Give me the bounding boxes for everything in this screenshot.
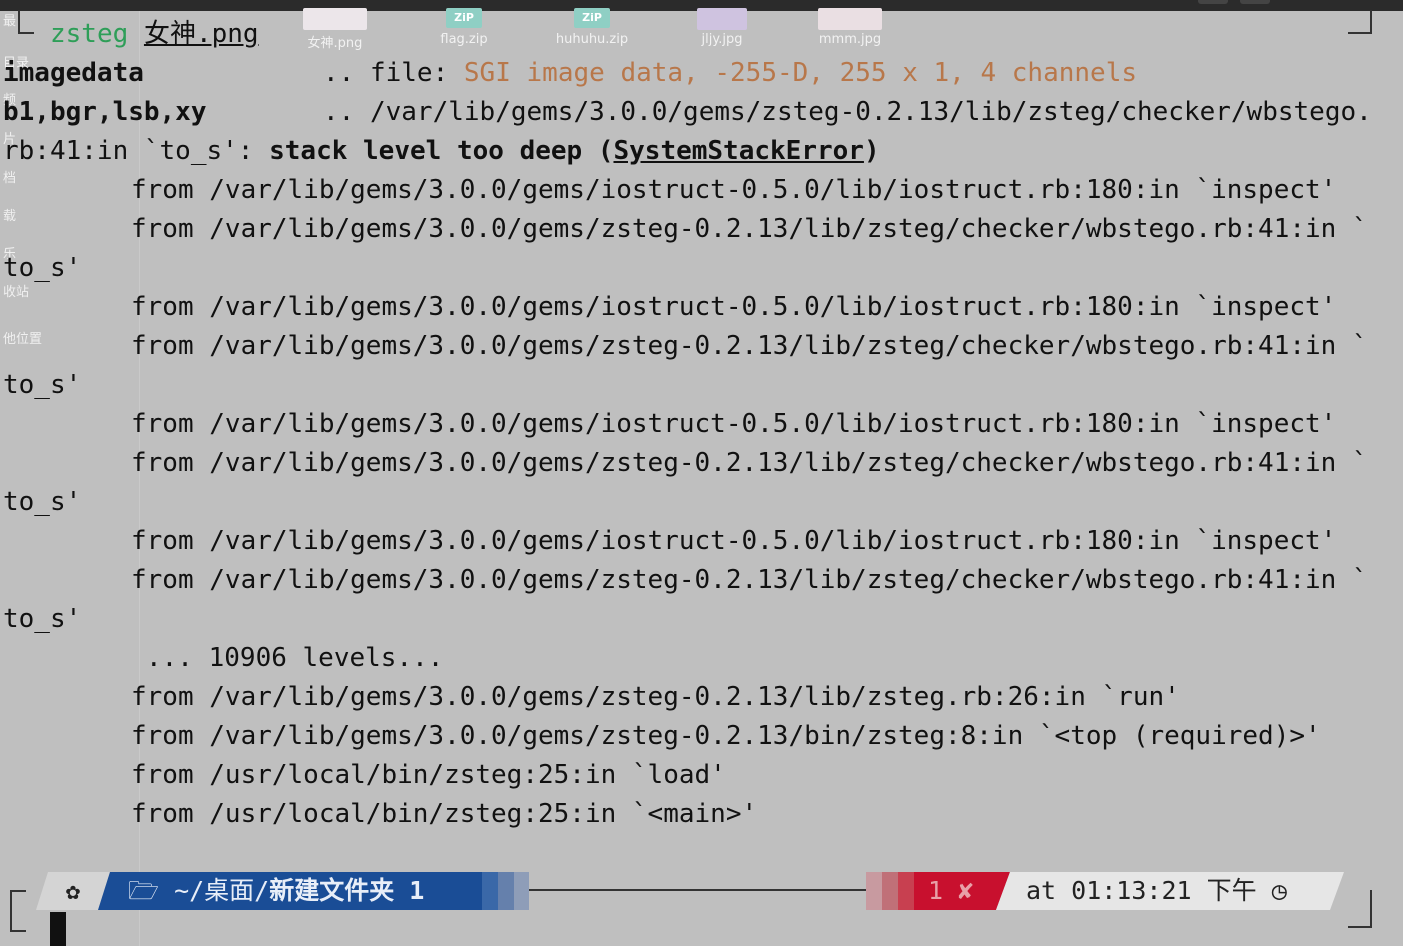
exit-code-segment: 1 ✘: [914, 872, 1010, 910]
file-label: 女神.png: [307, 36, 363, 51]
trace-line: from /var/lib/gems/3.0.0/gems/zsteg-0.2.…: [131, 331, 1368, 361]
error-fade: [882, 872, 898, 910]
file-label: mmm.jpg: [818, 32, 882, 47]
folder-icon: 🗁: [128, 876, 160, 905]
error-x-icon: ✘: [958, 876, 974, 905]
prompt-line: zsteg 女神.png: [50, 15, 259, 54]
desktop-file-huhuhu-zip[interactable]: ZiP huhuhu.zip: [547, 8, 637, 47]
corner-bracket: [18, 10, 34, 34]
time-text: at 01:13:21 下午: [1026, 876, 1257, 905]
path-segment: 🗁 ~/桌面/新建文件夹 1: [98, 872, 486, 910]
result-value: .. /var/lib/gems/3.0.0/gems/zsteg-0.2.13…: [323, 97, 1372, 127]
image-thumbnail: [303, 8, 367, 30]
desktop-file-nvshen[interactable]: 女神.png: [290, 8, 380, 51]
result-key: b1,bgr,lsb,xy: [3, 97, 207, 127]
trace-line: from /var/lib/gems/3.0.0/gems/zsteg-0.2.…: [131, 721, 1321, 751]
trace-line: from /usr/local/bin/zsteg:25:in `load': [131, 760, 726, 790]
file-label: huhuhu.zip: [555, 32, 629, 47]
trace-line: from /var/lib/gems/3.0.0/gems/iostruct-0…: [131, 175, 1337, 205]
error-fade: [866, 872, 882, 910]
corner-bracket: [1348, 10, 1372, 34]
terminal-cursor: [50, 912, 66, 946]
trace-line: from /var/lib/gems/3.0.0/gems/zsteg-0.2.…: [131, 565, 1368, 595]
desktop-file-mmm[interactable]: mmm.jpg: [805, 8, 895, 47]
topbar-button[interactable]: [1198, 0, 1228, 4]
sidebar-fragment: 最: [3, 14, 17, 29]
trace-line-wrap: to_s': [3, 370, 82, 400]
zip-file-icon: ZiP: [446, 8, 482, 28]
result-separator: .. file: SGI image data, -255-D, 255 x 1…: [323, 58, 1137, 88]
time-segment: at 01:13:21 下午 ◷: [996, 872, 1344, 910]
trace-line: from /var/lib/gems/3.0.0/gems/zsteg-0.2.…: [131, 214, 1368, 244]
prompt-status-line: ✿ 🗁 ~/桌面/新建文件夹 1 1 ✘ at 01:13:21 下午 ◷: [0, 870, 1403, 912]
trace-line: from /var/lib/gems/3.0.0/gems/zsteg-0.2.…: [131, 448, 1368, 478]
result-line-b1: b1,bgr,lsb,xy .. /var/lib/gems/3.0.0/gems…: [3, 93, 1372, 132]
trace-line-wrap: to_s': [3, 487, 82, 517]
file-type-value: SGI image data, -255-D, 255 x 1, 4 chann…: [463, 58, 1137, 88]
trace-line: from /var/lib/gems/3.0.0/gems/iostruct-0…: [131, 526, 1337, 556]
image-thumbnail: [818, 8, 882, 30]
command-argument: 女神.png: [143, 19, 259, 49]
trace-line: from /usr/local/bin/zsteg:25:in `<main>': [131, 799, 758, 829]
sidebar-fragment: 载: [3, 209, 17, 224]
trace-line: from /var/lib/gems/3.0.0/gems/iostruct-0…: [131, 409, 1337, 439]
trace-line: from /var/lib/gems/3.0.0/gems/iostruct-0…: [131, 292, 1337, 322]
image-thumbnail: [697, 8, 747, 30]
sidebar-fragment: 他位置: [3, 332, 43, 347]
trace-line-wrap: to_s': [3, 253, 82, 283]
topbar-button[interactable]: [1240, 0, 1270, 4]
status-line-rule: [528, 889, 868, 891]
path-prefix: ~/桌面/: [174, 876, 270, 905]
ubuntu-icon: ✿: [36, 872, 110, 910]
path-fade: [482, 872, 498, 910]
file-label: flag.zip: [440, 32, 488, 47]
file-label: jljy.jpg: [701, 32, 743, 47]
error-fade: [898, 872, 914, 910]
trace-line: from /var/lib/gems/3.0.0/gems/zsteg-0.2.…: [131, 682, 1180, 712]
zip-file-icon: ZiP: [574, 8, 610, 28]
path-current-dir: 新建文件夹 1: [269, 876, 425, 905]
result-key: imagedata: [3, 58, 144, 88]
exit-code: 1: [928, 876, 944, 905]
clock-icon: ◷: [1271, 876, 1287, 905]
trace-line-wrap: to_s': [3, 604, 82, 634]
levels-omitted-line: ... 10906 levels...: [146, 643, 444, 673]
error-class: SystemStackError: [613, 136, 864, 166]
path-fade: [498, 872, 514, 910]
command-name: zsteg: [50, 19, 129, 49]
error-line: rb:41:in `to_s': stack level too deep (S…: [3, 136, 880, 166]
desktop-file-flag-zip[interactable]: ZiP flag.zip: [419, 8, 509, 47]
result-line-imagedata: imagedata .. file: SGI image data, -255-D…: [3, 54, 1137, 93]
desktop-file-jljy[interactable]: jljy.jpg: [677, 8, 767, 47]
path-fade: [514, 872, 529, 910]
